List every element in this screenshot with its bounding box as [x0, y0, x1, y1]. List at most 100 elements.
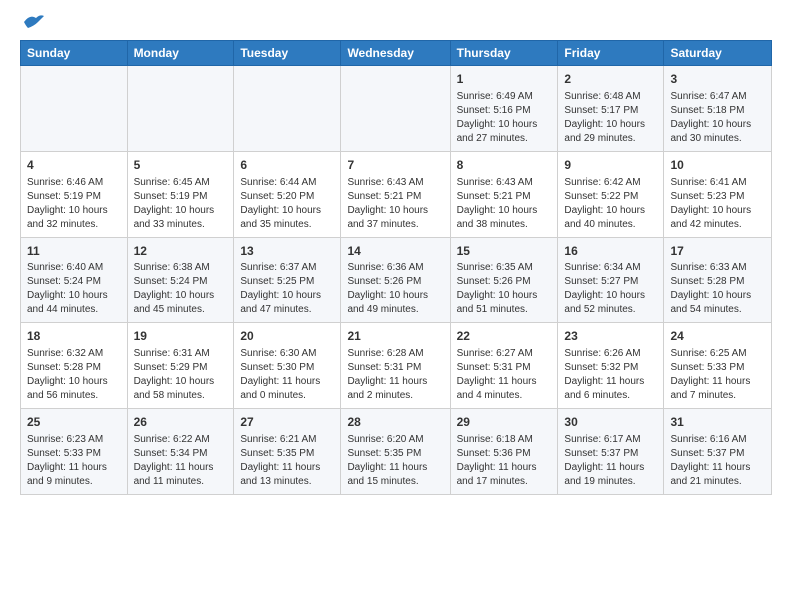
calendar-cell: 14Sunrise: 6:36 AM Sunset: 5:26 PM Dayli…: [341, 237, 450, 323]
day-number: 4: [27, 157, 121, 174]
day-info: Sunrise: 6:26 AM Sunset: 5:32 PM Dayligh…: [564, 347, 657, 403]
calendar-day-header: Sunday: [21, 41, 128, 66]
calendar-cell: 31 Sunrise: 6:16 AM Sunset: 5:37 PM Dayli…: [664, 409, 772, 495]
calendar-cell: 4Sunrise: 6:46 AM Sunset: 5:19 PM Daylig…: [21, 151, 128, 237]
day-info: Sunrise: 6:22 AM Sunset: 5:34 PM Dayligh…: [134, 433, 228, 489]
day-info: Sunrise: 6:21 AM Sunset: 5:35 PM Dayligh…: [240, 433, 334, 489]
calendar-cell: 9 Sunrise: 6:42 AM Sunset: 5:22 PM Daylig…: [558, 151, 664, 237]
day-info: Sunrise: 6:16 AM Sunset: 5:37 PM Dayligh…: [670, 433, 765, 489]
day-info: Sunrise: 6:36 AM Sunset: 5:26 PM Dayligh…: [347, 261, 443, 317]
calendar-cell: 28 Sunrise: 6:20 AM Sunset: 5:35 PM Dayli…: [341, 409, 450, 495]
day-info: Sunrise: 6:31 AM Sunset: 5:29 PM Dayligh…: [134, 347, 228, 403]
calendar-day-header: Wednesday: [341, 41, 450, 66]
calendar-cell: 1Sunrise: 6:49 AM Sunset: 5:16 PM Daylig…: [450, 66, 558, 152]
day-number: 2: [564, 71, 657, 88]
day-info: Sunrise: 6:38 AM Sunset: 5:24 PM Dayligh…: [134, 261, 228, 317]
calendar-cell: 8Sunrise: 6:43 AM Sunset: 5:21 PM Daylig…: [450, 151, 558, 237]
day-info: Sunrise: 6:30 AM Sunset: 5:30 PM Dayligh…: [240, 347, 334, 403]
calendar-cell: 7Sunrise: 6:43 AM Sunset: 5:21 PM Daylig…: [341, 151, 450, 237]
calendar-cell: 24 Sunrise: 6:25 AM Sunset: 5:33 PM Dayli…: [664, 323, 772, 409]
day-info: Sunrise: 6:33 AM Sunset: 5:28 PM Dayligh…: [670, 261, 765, 317]
calendar-day-header: Friday: [558, 41, 664, 66]
day-info: Sunrise: 6:42 AM Sunset: 5:22 PM Dayligh…: [564, 176, 657, 232]
day-info: Sunrise: 6:25 AM Sunset: 5:33 PM Dayligh…: [670, 347, 765, 403]
day-info: Sunrise: 6:27 AM Sunset: 5:31 PM Dayligh…: [457, 347, 552, 403]
day-number: 15: [457, 243, 552, 260]
day-number: 24: [670, 328, 765, 345]
day-number: 3: [670, 71, 765, 88]
day-info: Sunrise: 6:20 AM Sunset: 5:35 PM Dayligh…: [347, 433, 443, 489]
calendar-header-row: SundayMondayTuesdayWednesdayThursdayFrid…: [21, 41, 772, 66]
calendar-cell: 15Sunrise: 6:35 AM Sunset: 5:26 PM Dayli…: [450, 237, 558, 323]
day-number: 17: [670, 243, 765, 260]
calendar-cell: [341, 66, 450, 152]
day-number: 11: [27, 243, 121, 260]
day-number: 13: [240, 243, 334, 260]
day-number: 10: [670, 157, 765, 174]
calendar-cell: 13Sunrise: 6:37 AM Sunset: 5:25 PM Dayli…: [234, 237, 341, 323]
calendar-day-header: Monday: [127, 41, 234, 66]
day-number: 1: [457, 71, 552, 88]
calendar-cell: 6 Sunrise: 6:44 AM Sunset: 5:20 PM Daylig…: [234, 151, 341, 237]
calendar-cell: [234, 66, 341, 152]
calendar-cell: [127, 66, 234, 152]
calendar-week-row: 25 Sunrise: 6:23 AM Sunset: 5:33 PM Dayli…: [21, 409, 772, 495]
day-number: 21: [347, 328, 443, 345]
calendar-day-header: Saturday: [664, 41, 772, 66]
day-number: 25: [27, 414, 121, 431]
calendar-cell: 3 Sunrise: 6:47 AM Sunset: 5:18 PM Daylig…: [664, 66, 772, 152]
logo-bird-icon: [22, 12, 44, 32]
day-info: Sunrise: 6:40 AM Sunset: 5:24 PM Dayligh…: [27, 261, 121, 317]
day-number: 23: [564, 328, 657, 345]
calendar-table: SundayMondayTuesdayWednesdayThursdayFrid…: [20, 40, 772, 495]
calendar-cell: 23 Sunrise: 6:26 AM Sunset: 5:32 PM Dayli…: [558, 323, 664, 409]
calendar-cell: 25 Sunrise: 6:23 AM Sunset: 5:33 PM Dayli…: [21, 409, 128, 495]
day-info: Sunrise: 6:18 AM Sunset: 5:36 PM Dayligh…: [457, 433, 552, 489]
day-number: 19: [134, 328, 228, 345]
day-info: Sunrise: 6:41 AM Sunset: 5:23 PM Dayligh…: [670, 176, 765, 232]
day-info: Sunrise: 6:17 AM Sunset: 5:37 PM Dayligh…: [564, 433, 657, 489]
calendar-cell: 26 Sunrise: 6:22 AM Sunset: 5:34 PM Dayli…: [127, 409, 234, 495]
day-info: Sunrise: 6:44 AM Sunset: 5:20 PM Dayligh…: [240, 176, 334, 232]
day-number: 26: [134, 414, 228, 431]
calendar-cell: 21 Sunrise: 6:28 AM Sunset: 5:31 PM Dayli…: [341, 323, 450, 409]
day-info: Sunrise: 6:28 AM Sunset: 5:31 PM Dayligh…: [347, 347, 443, 403]
calendar-cell: 17Sunrise: 6:33 AM Sunset: 5:28 PM Dayli…: [664, 237, 772, 323]
day-number: 29: [457, 414, 552, 431]
logo: [20, 16, 44, 32]
calendar-cell: 22 Sunrise: 6:27 AM Sunset: 5:31 PM Dayli…: [450, 323, 558, 409]
day-info: Sunrise: 6:47 AM Sunset: 5:18 PM Dayligh…: [670, 90, 765, 146]
calendar-week-row: 11Sunrise: 6:40 AM Sunset: 5:24 PM Dayli…: [21, 237, 772, 323]
calendar-week-row: 4Sunrise: 6:46 AM Sunset: 5:19 PM Daylig…: [21, 151, 772, 237]
calendar-cell: 11Sunrise: 6:40 AM Sunset: 5:24 PM Dayli…: [21, 237, 128, 323]
day-number: 6: [240, 157, 334, 174]
day-number: 30: [564, 414, 657, 431]
calendar-cell: 29 Sunrise: 6:18 AM Sunset: 5:36 PM Dayli…: [450, 409, 558, 495]
calendar-week-row: 18 Sunrise: 6:32 AM Sunset: 5:28 PM Dayli…: [21, 323, 772, 409]
day-number: 27: [240, 414, 334, 431]
day-info: Sunrise: 6:23 AM Sunset: 5:33 PM Dayligh…: [27, 433, 121, 489]
day-number: 18: [27, 328, 121, 345]
calendar-cell: 5 Sunrise: 6:45 AM Sunset: 5:19 PM Daylig…: [127, 151, 234, 237]
calendar-cell: 20Sunrise: 6:30 AM Sunset: 5:30 PM Dayli…: [234, 323, 341, 409]
calendar-cell: 12Sunrise: 6:38 AM Sunset: 5:24 PM Dayli…: [127, 237, 234, 323]
day-info: Sunrise: 6:48 AM Sunset: 5:17 PM Dayligh…: [564, 90, 657, 146]
day-number: 7: [347, 157, 443, 174]
calendar-day-header: Tuesday: [234, 41, 341, 66]
day-number: 14: [347, 243, 443, 260]
day-info: Sunrise: 6:32 AM Sunset: 5:28 PM Dayligh…: [27, 347, 121, 403]
day-info: Sunrise: 6:37 AM Sunset: 5:25 PM Dayligh…: [240, 261, 334, 317]
day-number: 16: [564, 243, 657, 260]
day-info: Sunrise: 6:34 AM Sunset: 5:27 PM Dayligh…: [564, 261, 657, 317]
calendar-cell: 18 Sunrise: 6:32 AM Sunset: 5:28 PM Dayli…: [21, 323, 128, 409]
calendar-cell: 16Sunrise: 6:34 AM Sunset: 5:27 PM Dayli…: [558, 237, 664, 323]
calendar-cell: 10 Sunrise: 6:41 AM Sunset: 5:23 PM Dayli…: [664, 151, 772, 237]
day-number: 28: [347, 414, 443, 431]
day-number: 9: [564, 157, 657, 174]
calendar-cell: 30 Sunrise: 6:17 AM Sunset: 5:37 PM Dayli…: [558, 409, 664, 495]
day-info: Sunrise: 6:45 AM Sunset: 5:19 PM Dayligh…: [134, 176, 228, 232]
day-number: 31: [670, 414, 765, 431]
day-number: 22: [457, 328, 552, 345]
day-number: 5: [134, 157, 228, 174]
calendar-cell: 2 Sunrise: 6:48 AM Sunset: 5:17 PM Daylig…: [558, 66, 664, 152]
